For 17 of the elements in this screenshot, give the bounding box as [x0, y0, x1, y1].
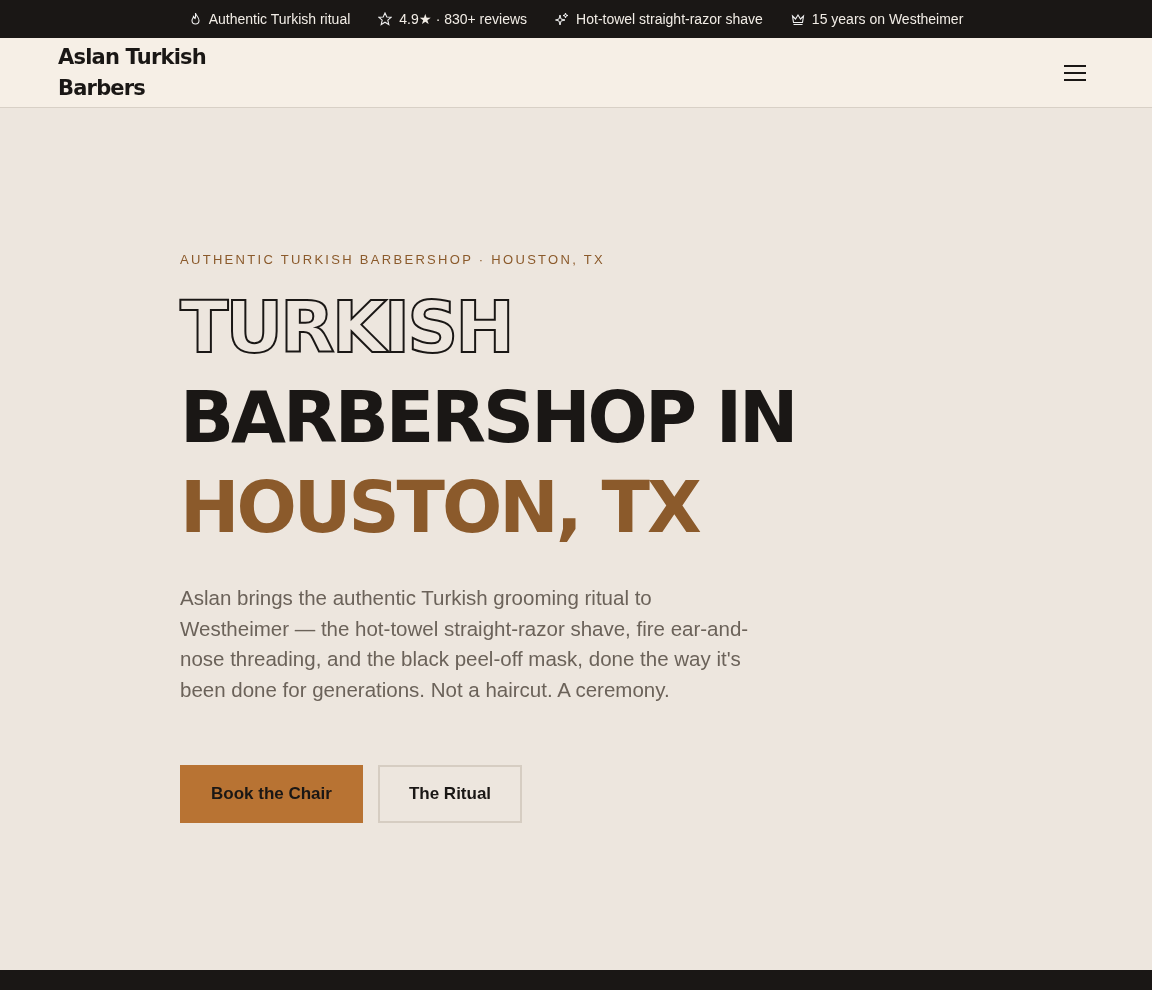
menu-icon[interactable]: [1064, 64, 1086, 81]
headline-line: TURKISH: [180, 285, 512, 371]
ritual-button[interactable]: The Ritual: [377, 765, 523, 823]
headline-line: BARBERSHOP IN: [180, 375, 796, 461]
star-icon: [378, 12, 393, 26]
announcement-text: 4.9★ · 830+ reviews: [399, 11, 528, 27]
announcement-text: Hot-towel straight-razor shave: [576, 11, 763, 27]
announcement-text: 15 years on Westheimer: [811, 11, 964, 27]
headline-line: HOUSTON, TX: [180, 465, 699, 551]
hero-description: Aslan brings the authentic Turkish grooming ritual to Westheimer — the hot-towel straight-razor shave, fire ear-and-nose threading, and the black peel-off mask, done the way it's been done for generations. Not a haircut. A ceremony.: [180, 585, 750, 703]
sparkle-icon: [555, 12, 570, 26]
flame-icon: [188, 12, 202, 26]
book-button[interactable]: Book the Chair: [180, 765, 363, 823]
crown-icon: [790, 12, 805, 26]
eyebrow-text: AUTHENTIC TURKISH BARBERSHOP · HOUSTON, TX: [180, 252, 607, 267]
logo[interactable]: Aslan Turkish Barbers: [58, 41, 218, 104]
announcement-text: Authentic Turkish ritual: [208, 11, 351, 27]
